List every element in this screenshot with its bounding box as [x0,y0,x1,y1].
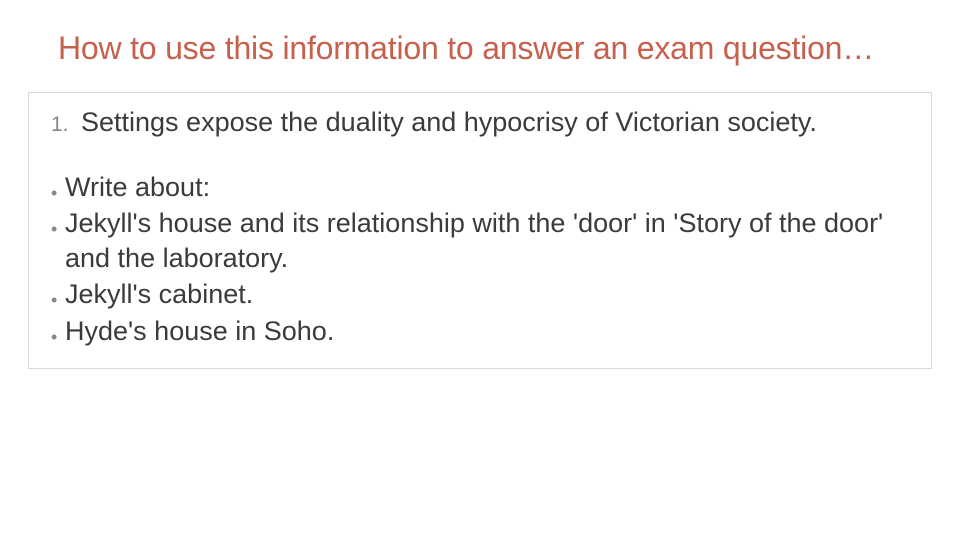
bullet-icon: • [51,184,65,202]
bullet-item: • Jekyll's house and its relationship wi… [51,206,909,275]
bullet-icon: • [51,220,65,238]
bullet-item-text: Hyde's house in Soho. [65,314,909,349]
bullet-icon: • [51,291,65,309]
list-number-marker: 1. [51,112,81,139]
numbered-item: 1. Settings expose the duality and hypoc… [51,105,909,140]
slide: How to use this information to answer an… [0,0,960,540]
bullet-item: • Hyde's house in Soho. [51,314,909,349]
slide-title: How to use this information to answer an… [58,28,892,68]
bullet-item: • Write about: [51,170,909,205]
bullet-item-text: Write about: [65,170,909,205]
numbered-item-text: Settings expose the duality and hypocris… [81,105,909,140]
content-box: 1. Settings expose the duality and hypoc… [28,92,932,369]
bullet-item: • Jekyll's cabinet. [51,277,909,312]
bullet-item-text: Jekyll's house and its relationship with… [65,206,909,275]
bullet-item-text: Jekyll's cabinet. [65,277,909,312]
bullet-icon: • [51,328,65,346]
